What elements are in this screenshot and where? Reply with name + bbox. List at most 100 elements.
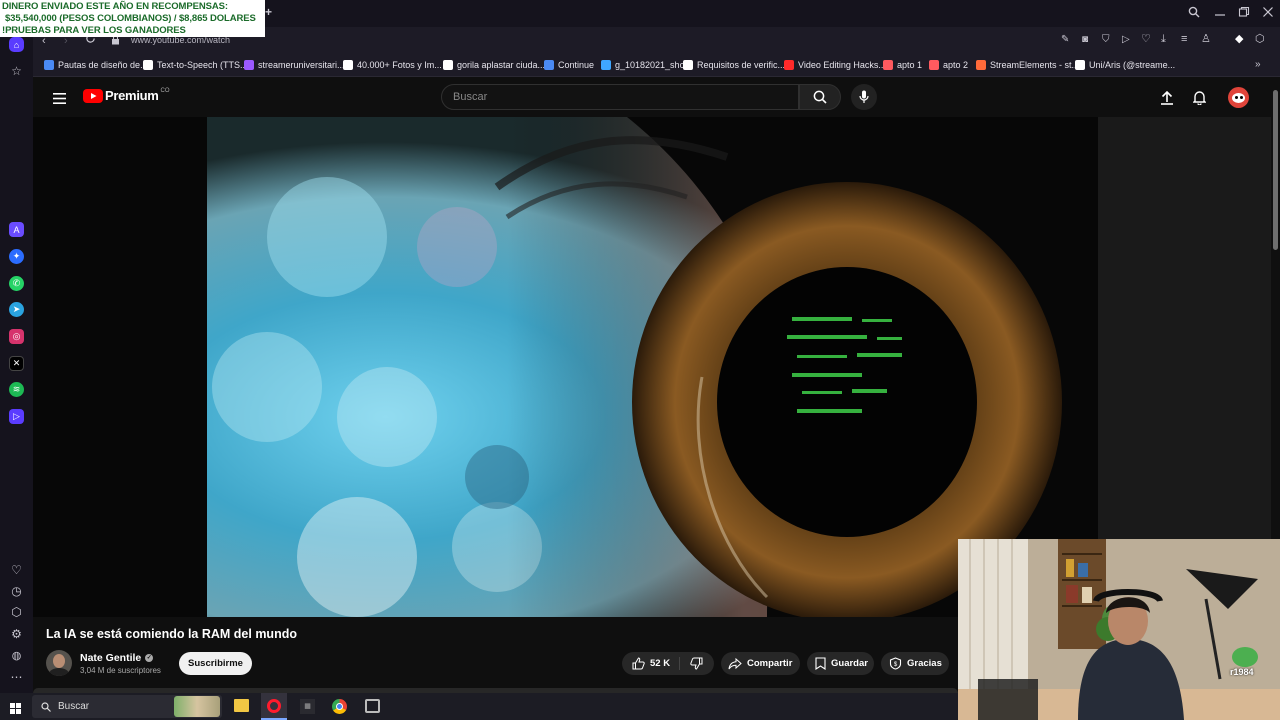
windows-start-icon[interactable] [10, 701, 21, 714]
subscribe-button[interactable]: Suscribirme [179, 652, 252, 675]
bookmark-item[interactable]: apto 1 [883, 58, 922, 72]
bookmark-favicon-icon [601, 60, 611, 70]
microphone-icon [859, 90, 869, 103]
messenger-icon[interactable]: ✦ [9, 249, 24, 264]
file-explorer-icon[interactable] [234, 699, 249, 712]
spotify-icon[interactable]: ≋ [9, 382, 24, 397]
edit-icon[interactable]: ✎ [1061, 33, 1069, 47]
channel-avatar[interactable] [46, 650, 72, 676]
search-icon [813, 90, 827, 104]
bookmark-label: streameruniversitari... [258, 60, 345, 70]
account-avatar[interactable] [1228, 87, 1249, 108]
home-icon[interactable]: ⌂ [9, 37, 24, 52]
bookmark-favicon-icon [683, 60, 693, 70]
bookmark-label: Uni/Aris (@streame... [1089, 60, 1176, 70]
opera-taskbar-icon[interactable] [261, 693, 287, 720]
share-label: Compartir [747, 658, 793, 669]
close-window-button[interactable] [1262, 6, 1274, 21]
frog-emote-icon [1232, 647, 1258, 667]
thanks-icon: $ [889, 657, 902, 670]
bookmark-favicon-icon [44, 60, 54, 70]
verified-icon: ✓ [145, 654, 154, 662]
minimize-button[interactable] [1214, 6, 1226, 21]
cube-icon[interactable]: ⬡ [9, 604, 24, 619]
shield-icon[interactable]: ⛉ [1102, 33, 1110, 47]
video-title: La IA se está comiendo la RAM del mundo [46, 627, 297, 641]
bookmark-label: StreamElements - st... [990, 60, 1080, 70]
bookmark-item[interactable]: 40.000+ Fotos y Im... [343, 58, 442, 72]
youtube-header: Premium CO Buscar [33, 77, 1271, 117]
share-icon [728, 657, 742, 669]
player-icon[interactable]: ▷ [9, 409, 24, 424]
bookmark-favicon-icon [883, 60, 893, 70]
bookmark-item[interactable]: Continue [544, 58, 594, 72]
aria-icon[interactable]: A [9, 222, 24, 237]
rewards-line-2: $35,540,000 (PESOS COLOMBIANOS) / $8,865… [5, 13, 256, 24]
more-icon[interactable]: ⋯ [9, 669, 24, 684]
search-box[interactable]: Buscar [441, 84, 799, 110]
thanks-button[interactable]: $ Gracias [881, 652, 949, 675]
bookmark-item[interactable]: Video Editing Hacks... [784, 58, 886, 72]
new-tab-button[interactable]: + [265, 5, 277, 19]
bookmarks-overflow-icon[interactable]: » [1255, 58, 1261, 72]
star-icon[interactable]: ☆ [9, 63, 24, 78]
chrome-icon[interactable] [332, 699, 347, 714]
app-window-icon[interactable] [365, 699, 380, 713]
hamburger-menu-icon[interactable] [53, 91, 66, 104]
settings-icon[interactable]: ⚙ [9, 626, 24, 641]
channel-name[interactable]: Nate Gentile ✓ [80, 652, 154, 664]
thanks-label: Gracias [907, 658, 942, 669]
lightbulb-icon[interactable]: ◍ [9, 648, 24, 663]
bookmark-item[interactable]: Text-to-Speech (TTS... [143, 58, 248, 72]
search-tabs-icon[interactable] [1188, 6, 1200, 21]
voice-search-button[interactable] [851, 84, 877, 110]
search-input[interactable]: Buscar [453, 91, 487, 103]
bookmark-favicon-icon [784, 60, 794, 70]
instagram-icon[interactable]: ◎ [9, 329, 24, 344]
menu-icon[interactable]: ≡ [1181, 32, 1187, 46]
taskbar-search-label: Buscar [58, 701, 90, 712]
bookmark-item[interactable]: Requisitos de verific... [683, 58, 785, 72]
search-button[interactable] [799, 84, 841, 110]
x-icon[interactable]: ✕ [9, 356, 24, 371]
taskbar-search-icon [41, 702, 51, 712]
page-scrollbar-thumb[interactable] [1273, 90, 1278, 250]
dislike-button[interactable] [682, 652, 714, 675]
heart-sidebar-icon[interactable]: ♡ [9, 562, 24, 577]
bookmark-item[interactable]: gorila aplastar ciuda... [443, 58, 545, 72]
camera-icon[interactable]: ◙ [1082, 33, 1088, 47]
upload-icon[interactable] [1160, 90, 1174, 110]
bookmark-item[interactable]: StreamElements - st... [976, 58, 1079, 72]
bookmark-item[interactable]: streameruniversitari... [244, 58, 345, 72]
bookmark-item[interactable]: Uni/Aris (@streame... [1075, 58, 1175, 72]
like-divider [679, 657, 680, 670]
bookmark-item[interactable]: Pautas de diseño de... [44, 58, 148, 72]
bookmark-item[interactable]: g_10182021_shcc [601, 58, 689, 72]
extension-icon[interactable]: ◆ [1235, 32, 1243, 46]
telegram-icon[interactable]: ➤ [9, 302, 24, 317]
history-icon[interactable]: ◷ [9, 583, 24, 598]
bookmark-favicon-icon [1075, 60, 1085, 70]
logo-text: Premium [105, 88, 159, 103]
bookmark-favicon-icon [443, 60, 453, 70]
taskbar-search-box[interactable]: Buscar [32, 695, 222, 718]
play-icon[interactable]: ▷ [1122, 33, 1130, 47]
vpn-icon[interactable]: ⬡ [1255, 32, 1265, 46]
notifications-bell-icon[interactable] [1192, 90, 1207, 110]
whatsapp-icon[interactable]: ✆ [9, 276, 24, 291]
profile-icon[interactable]: ♙ [1201, 32, 1211, 46]
save-label: Guardar [831, 658, 868, 669]
video-letterbox-left [33, 117, 207, 617]
like-button[interactable]: 52 K [622, 652, 678, 675]
rewards-line-1: DINERO ENVIADO ESTE AÑO EN RECOMPENSAS: [2, 1, 228, 12]
app-grid-icon[interactable]: ▦ [300, 699, 315, 714]
restore-button[interactable] [1238, 6, 1250, 21]
bookmark-favicon-icon [929, 60, 939, 70]
heart-icon[interactable]: ♡ [1141, 32, 1151, 46]
youtube-logo[interactable]: Premium CO [83, 88, 170, 103]
share-button[interactable]: Compartir [721, 652, 800, 675]
download-icon[interactable]: ⤓ [1161, 32, 1166, 46]
bookmark-label: Pautas de diseño de... [58, 60, 148, 70]
bookmark-item[interactable]: apto 2 [929, 58, 968, 72]
save-button[interactable]: Guardar [807, 652, 874, 675]
